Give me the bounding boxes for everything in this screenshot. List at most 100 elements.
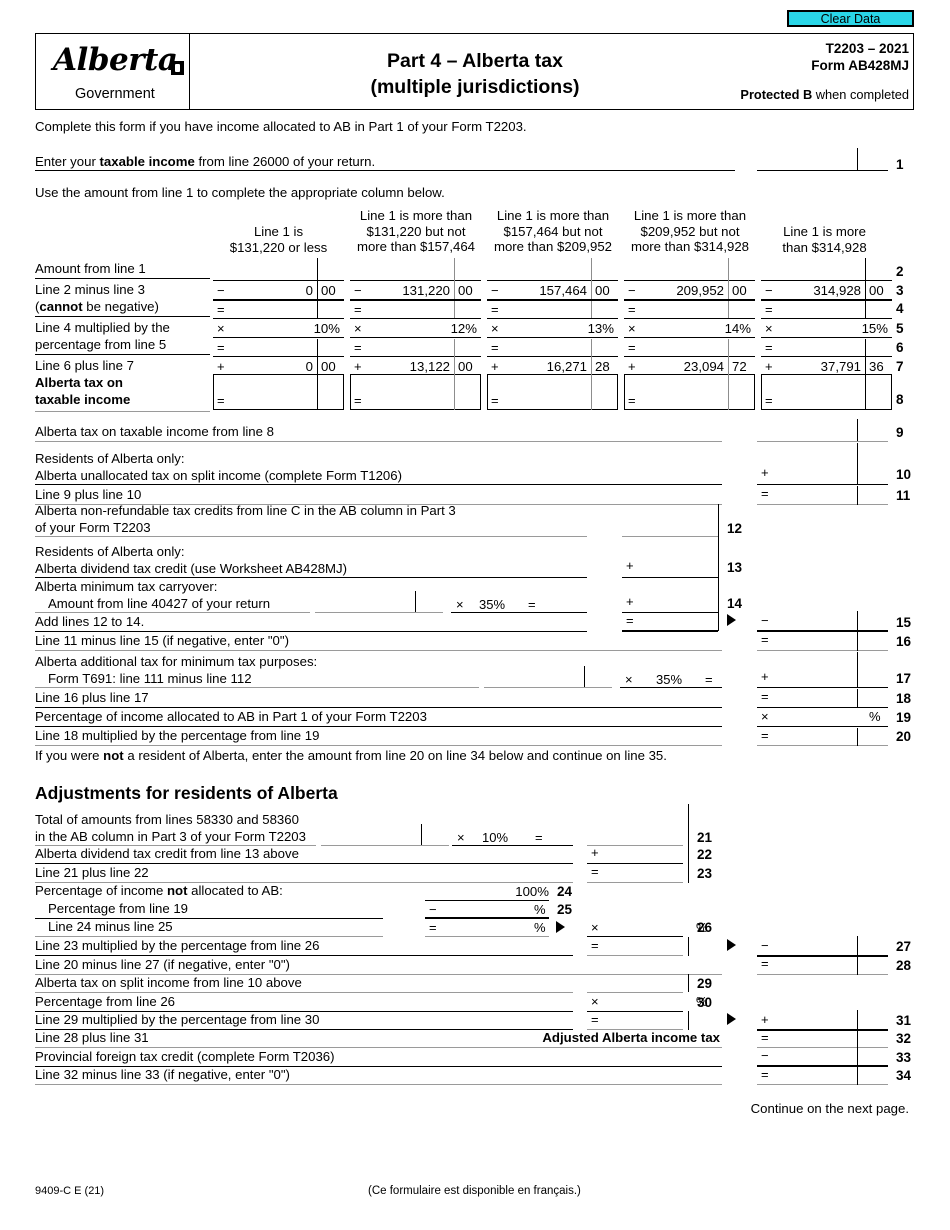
c5-r4-cents-divider <box>865 301 867 318</box>
line-20-cents-input[interactable] <box>859 728 888 745</box>
line-21-input[interactable] <box>587 827 683 845</box>
line-21-amount-cents-input[interactable] <box>423 826 448 844</box>
line-32-cents-input[interactable] <box>859 1030 888 1047</box>
c4-r8-cents-input[interactable] <box>730 376 753 408</box>
c2-r2-input[interactable] <box>350 259 453 279</box>
line-26-input[interactable] <box>447 920 531 937</box>
line-15-inner-input[interactable] <box>645 613 718 630</box>
line-17-amount-input[interactable] <box>484 668 583 686</box>
line-11-cents-input[interactable] <box>859 486 888 504</box>
line-18-cents-input[interactable] <box>859 689 888 707</box>
line-34-input[interactable] <box>780 1067 857 1084</box>
c2-r6-input[interactable] <box>372 339 453 356</box>
c4-r4-input[interactable] <box>646 301 727 318</box>
line-30-input[interactable] <box>610 994 693 1011</box>
c5-r6-cents-input[interactable] <box>867 339 892 356</box>
c3-r4-input[interactable] <box>509 301 590 318</box>
line-31-op: + <box>761 1012 769 1027</box>
c5-r7-cents: 36 <box>869 359 884 374</box>
line-16-input[interactable] <box>780 632 857 650</box>
line-27-input[interactable] <box>780 937 857 955</box>
line-12-label-a: Alberta non-refundable tax credits from … <box>35 503 456 518</box>
line-11-input[interactable] <box>780 486 857 504</box>
c5-r4-cents-input[interactable] <box>867 301 892 318</box>
c2-r4-cents-input[interactable] <box>456 301 481 318</box>
line-12-input[interactable] <box>622 518 718 536</box>
c1-r2-cents-input[interactable] <box>319 259 344 279</box>
line-27-inner-input[interactable] <box>610 938 683 955</box>
line-34-cents-input[interactable] <box>859 1067 888 1084</box>
line-33-cents-input[interactable] <box>859 1048 888 1065</box>
line-13-input[interactable] <box>645 558 718 576</box>
c1-r6-cents-input[interactable] <box>319 339 344 356</box>
line-20-input[interactable] <box>780 728 857 745</box>
line-28-input[interactable] <box>780 956 857 974</box>
c3-r4-cents-input[interactable] <box>593 301 618 318</box>
line-31-cents-input[interactable] <box>859 1011 888 1029</box>
c5-r4-input[interactable] <box>783 301 864 318</box>
c4-r8-input[interactable] <box>646 376 727 408</box>
line-22-input[interactable] <box>610 845 683 863</box>
line-10-cents-input[interactable] <box>859 465 888 483</box>
line-31-input[interactable] <box>780 1011 857 1029</box>
form-year: T2203 – 2021 <box>825 41 909 56</box>
c5-r8-cents-input[interactable] <box>867 376 890 408</box>
line-29-input[interactable] <box>587 975 683 992</box>
c5-r6-input[interactable] <box>783 339 864 356</box>
c2-r8-cents-input[interactable] <box>456 376 479 408</box>
clear-data-button[interactable]: Clear Data <box>787 10 914 27</box>
c5-r7-op: + <box>765 359 773 374</box>
c4-r6-input[interactable] <box>646 339 727 356</box>
c1-r6-input[interactable] <box>235 339 316 356</box>
c4-r4-cents-input[interactable] <box>730 301 755 318</box>
line-23-input[interactable] <box>610 864 683 882</box>
c3-r2-cents-input[interactable] <box>593 259 618 279</box>
c5-r2-input[interactable] <box>761 259 864 279</box>
c2-r2-cents-input[interactable] <box>456 259 481 279</box>
line-17-amount-cents-input[interactable] <box>586 668 611 686</box>
line-17-cents-input[interactable] <box>859 669 888 687</box>
line-14-input[interactable] <box>645 594 718 612</box>
c3-r8-input[interactable] <box>509 376 590 408</box>
line-15-cents-input[interactable] <box>859 612 888 630</box>
c5-r2-cents-input[interactable] <box>867 259 892 279</box>
line-9-input[interactable] <box>757 421 857 440</box>
c1-r4-input[interactable] <box>235 301 316 318</box>
line-31-inner-input[interactable] <box>610 1012 683 1029</box>
c1-r2-input[interactable] <box>213 259 316 279</box>
c4-r2-cents-input[interactable] <box>730 259 755 279</box>
line-33-cents-divider <box>857 1048 859 1066</box>
line-27-cents-input[interactable] <box>859 937 888 955</box>
c3-r6-input[interactable] <box>509 339 590 356</box>
line-21-amount-input[interactable] <box>321 826 420 844</box>
c2-r4-input[interactable] <box>372 301 453 318</box>
c5-r8-input[interactable] <box>783 376 864 408</box>
c1-r8-cents-input[interactable] <box>319 376 342 408</box>
line-33-input[interactable] <box>780 1048 857 1065</box>
line-10-input[interactable] <box>780 465 857 483</box>
line-1-input[interactable] <box>757 150 857 169</box>
line-28-cents-input[interactable] <box>859 956 888 974</box>
c1-r4-cents-input[interactable] <box>319 301 344 318</box>
line-16-cents-input[interactable] <box>859 632 888 650</box>
c2-r8-input[interactable] <box>372 376 453 408</box>
c2-r6-cents-input[interactable] <box>456 339 481 356</box>
line-32-input[interactable] <box>780 1030 857 1047</box>
line-14-op: + <box>626 594 634 609</box>
line-15-input[interactable] <box>780 612 857 630</box>
line-13-op: + <box>626 558 634 573</box>
line-14-amount-input[interactable] <box>315 593 414 611</box>
line-18-input[interactable] <box>780 689 857 707</box>
c4-r6-cents-input[interactable] <box>730 339 755 356</box>
line-17-input[interactable] <box>780 669 857 687</box>
c4-r2-input[interactable] <box>624 259 727 279</box>
c3-r6-cents-input[interactable] <box>593 339 618 356</box>
c3-r2-input[interactable] <box>487 259 590 279</box>
line-1-cents-input[interactable] <box>859 150 888 169</box>
line-19-input[interactable] <box>780 709 866 726</box>
line-14-amount-cents-input[interactable] <box>417 593 442 611</box>
line-26-input-right[interactable] <box>610 920 693 937</box>
c3-r8-cents-input[interactable] <box>593 376 616 408</box>
c1-r8-input[interactable] <box>235 376 316 408</box>
line-9-cents-input[interactable] <box>859 421 888 440</box>
